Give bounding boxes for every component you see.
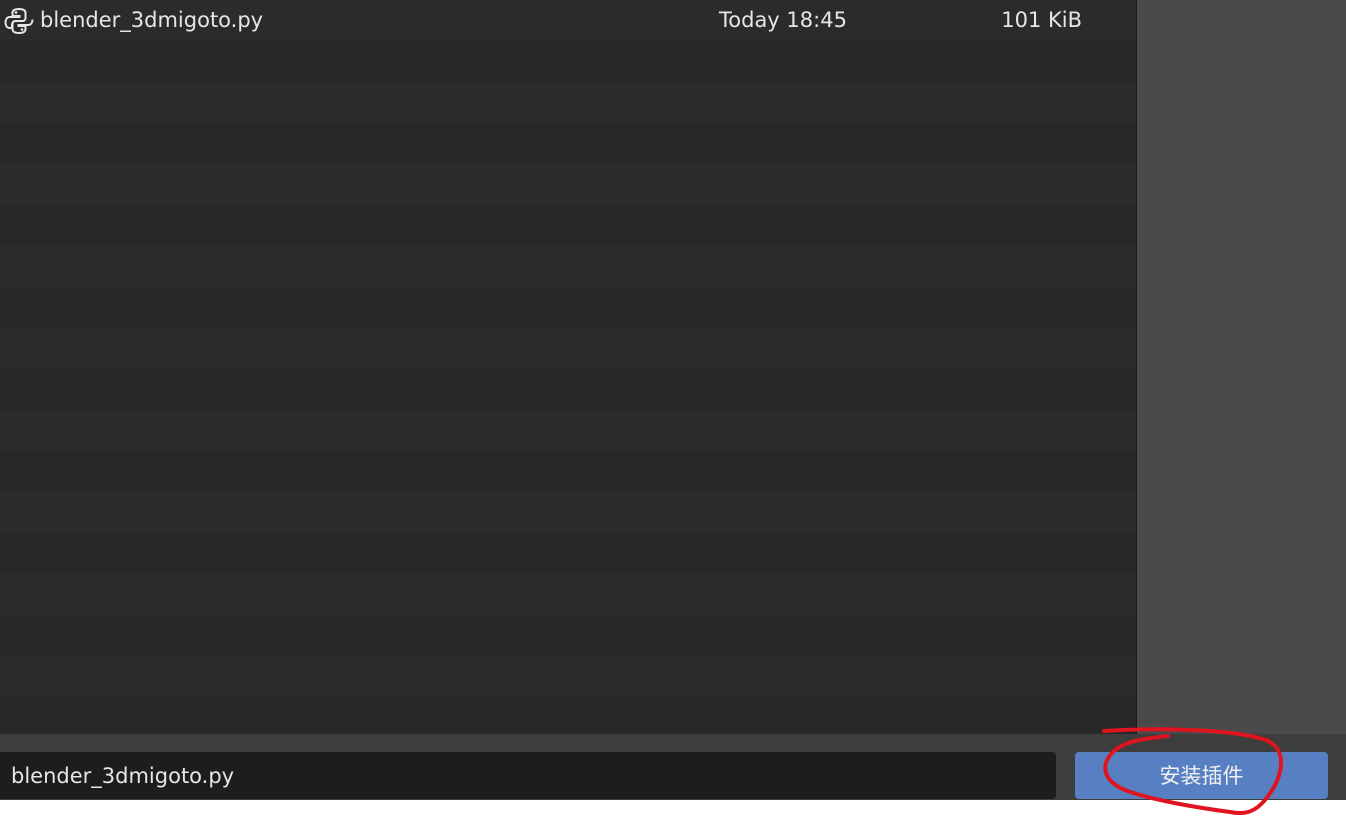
file-size: 101 KiB xyxy=(1001,8,1082,32)
empty-row xyxy=(0,451,1136,492)
empty-row xyxy=(0,369,1136,410)
empty-row xyxy=(0,574,1136,615)
bottom-strip xyxy=(0,800,1346,819)
empty-row xyxy=(0,533,1136,574)
install-addon-button[interactable]: 安装插件 xyxy=(1075,752,1328,799)
empty-row xyxy=(0,656,1136,697)
filename-field[interactable] xyxy=(0,752,1056,799)
empty-row xyxy=(0,697,1136,734)
empty-row xyxy=(0,328,1136,369)
file-date: Today 18:45 xyxy=(719,8,847,32)
file-browser-window: blender_3dmigoto.py Today 18:45 101 KiB … xyxy=(0,0,1346,800)
empty-row xyxy=(0,164,1136,205)
file-name: blender_3dmigoto.py xyxy=(40,8,264,32)
file-list: blender_3dmigoto.py Today 18:45 101 KiB xyxy=(0,0,1136,734)
empty-row xyxy=(0,492,1136,533)
side-panel xyxy=(1137,0,1346,734)
empty-row xyxy=(0,246,1136,287)
python-file-icon xyxy=(4,7,34,34)
empty-row xyxy=(0,82,1136,123)
empty-row xyxy=(0,615,1136,656)
empty-row xyxy=(0,123,1136,164)
file-row[interactable]: blender_3dmigoto.py Today 18:45 101 KiB xyxy=(0,0,1136,41)
empty-row xyxy=(0,205,1136,246)
empty-row xyxy=(0,410,1136,451)
empty-row xyxy=(0,287,1136,328)
empty-row xyxy=(0,41,1136,82)
